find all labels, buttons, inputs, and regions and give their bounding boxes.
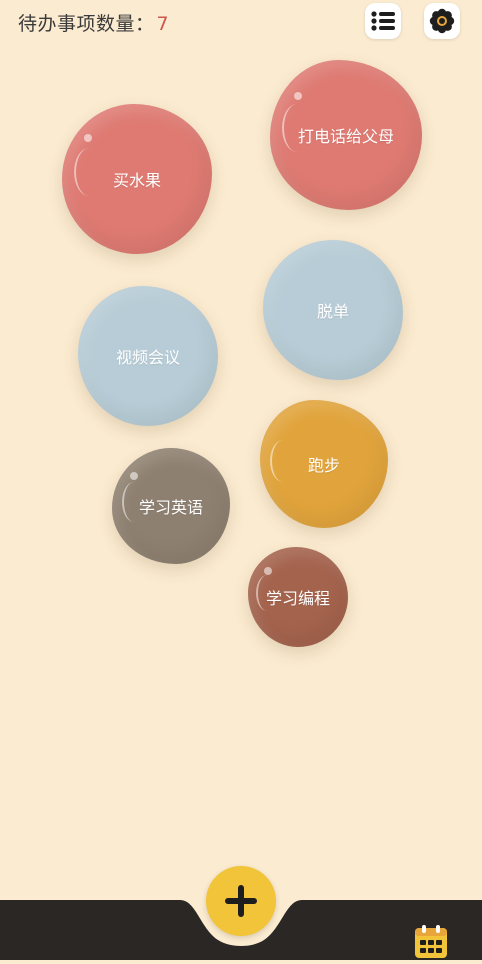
todo-label: 打电话给父母 (297, 127, 394, 146)
calendar-icon (415, 925, 447, 958)
list-icon (371, 11, 395, 31)
list-view-button[interactable] (365, 3, 401, 39)
calendar-button[interactable] (413, 924, 449, 960)
todo-bubble[interactable]: 视频会议 (78, 286, 218, 426)
todo-bubble[interactable]: 买水果 (62, 104, 212, 254)
todo-bubble[interactable]: 学习编程 (248, 547, 348, 647)
todo-bubble[interactable]: 学习英语 (112, 448, 230, 564)
todo-label: 买水果 (112, 171, 161, 190)
todo-label: 脱单 (316, 302, 349, 321)
todo-bubble[interactable]: 打电话给父母 (270, 60, 422, 210)
todo-label: 视频会议 (115, 348, 180, 367)
add-todo-button[interactable] (206, 866, 276, 936)
todo-label: 跑步 (307, 456, 340, 475)
pending-count-title: 待办事项数量： 7 (18, 9, 169, 36)
settings-button[interactable] (424, 3, 460, 39)
pending-count-value: 7 (156, 13, 170, 35)
pending-count-label: 待办事项数量： (18, 13, 155, 35)
plus-icon (225, 885, 257, 917)
todo-label: 学习编程 (265, 589, 330, 608)
todo-bubble[interactable]: 脱单 (263, 240, 403, 380)
todo-bubble[interactable]: 跑步 (260, 400, 388, 528)
gear-icon (429, 8, 455, 34)
todo-label: 学习英语 (138, 498, 203, 517)
